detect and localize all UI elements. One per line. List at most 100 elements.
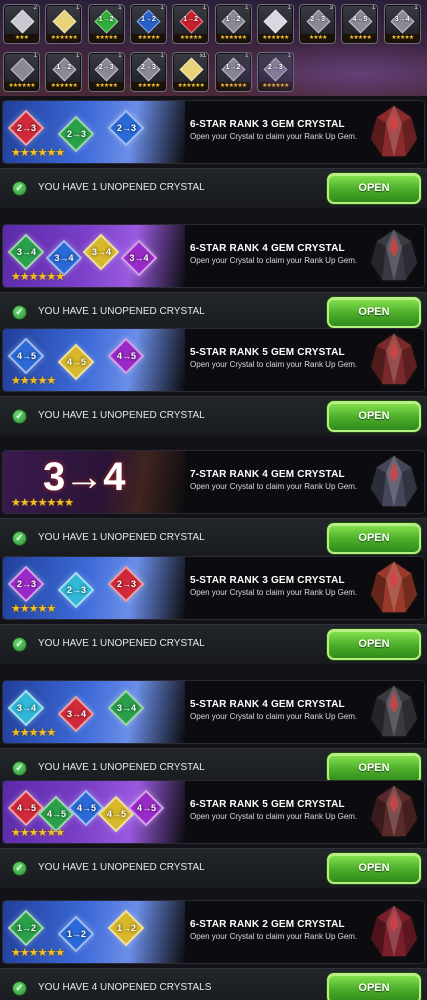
inventory-tile[interactable]: 1 ★★★★★★ — [256, 4, 294, 44]
tile-stars: ★★★★★★ — [215, 82, 251, 90]
checkmark-icon: ✓ — [12, 637, 27, 652]
crystal-title: 6-STAR RANK 4 GEM CRYSTAL — [190, 243, 345, 254]
inventory-tile[interactable]: 1→2 1 ★★★★★★ — [214, 4, 252, 44]
inventory-tile[interactable]: 1 ★★★★★★ — [45, 4, 83, 44]
crystal-art-gem-label: 3→4 — [17, 247, 37, 257]
inventory-tile[interactable]: 3→4 1 ★★★★★ — [383, 4, 421, 44]
open-crystal-button[interactable]: OPEN — [327, 853, 421, 884]
crystal-art-gem-label: 3→4 — [17, 703, 37, 713]
checkmark-icon: ✓ — [12, 409, 27, 424]
crystal-description: Open your Crystal to claim your Rank Up … — [190, 482, 358, 491]
inventory-tile[interactable]: x1 ★★★★★★ — [172, 52, 210, 92]
crystal-title: 5-STAR RANK 4 GEM CRYSTAL — [190, 699, 345, 710]
gem-icon — [179, 56, 204, 82]
crystal-banner[interactable]: 3→4 ★★★★★★★ 7-STAR RANK 4 GEM CRYSTAL Open … — [2, 450, 425, 514]
inventory-tile[interactable]: 2→3 1 ★★★★★ — [87, 52, 125, 92]
crystal-banner[interactable]: 1→2 1→2 1→2 ★★★★★★ 6-STAR RANK 2 GEM CRYSTAL… — [2, 900, 425, 964]
crystal-action-bar: ✓ YOU HAVE 1 UNOPENED CRYSTAL OPEN — [0, 848, 427, 888]
inventory-tile[interactable]: 1 ★★★★★★ — [3, 52, 40, 92]
tile-count: x1 — [199, 53, 207, 59]
crystal-description: Open your Crystal to claim your Rank Up … — [190, 712, 358, 721]
inventory-tile[interactable]: 1→2 1 ★★★★★ — [172, 4, 210, 44]
tile-stars: ★★★★★★ — [46, 82, 82, 90]
unopened-count-text: YOU HAVE 1 UNOPENED CRYSTAL — [38, 762, 205, 773]
crystal-banner[interactable]: 3→4 3→4 3→4 ★★★★★ 5-STAR RANK 4 GEM CRYSTAL O… — [2, 680, 425, 744]
crystal-action-bar: ✓ YOU HAVE 1 UNOPENED CRYSTAL OPEN — [0, 624, 427, 664]
crystal-banner[interactable]: 2→3 2→3 2→3 ★★★★★★ 6-STAR RANK 3 GEM CRYSTAL… — [2, 100, 425, 164]
crystal-card: 4→5 4→5 4→5 ★★★★★ 5-STAR RANK 5 GEM CRYSTAL O… — [0, 328, 427, 438]
crystal-action-bar: ✓ YOU HAVE 1 UNOPENED CRYSTAL OPEN — [0, 292, 427, 332]
crystal-star-rating: ★★★★★★ — [11, 827, 65, 839]
tile-stars: ★★★★★ — [173, 34, 209, 42]
open-crystal-button[interactable]: OPEN — [327, 173, 421, 204]
crystal-art-gem-label: 3→4 — [92, 247, 112, 257]
gem-icon — [9, 8, 35, 34]
crystal-art-gem-label: 4→5 — [77, 803, 97, 813]
crystal-art-gem-label: 2→3 — [17, 579, 37, 589]
tile-count: 1 — [160, 5, 164, 11]
crystal-banner[interactable]: 4→5 4→5 4→5 ★★★★★ 5-STAR RANK 5 GEM CRYSTAL O… — [2, 328, 425, 392]
tile-stars: ★★★★★ — [384, 34, 420, 42]
tile-count: 1 — [372, 5, 376, 11]
crystal-star-rating: ★★★★★★ — [11, 271, 65, 283]
tile-stars: ★★★★★★ — [257, 82, 293, 90]
tile-count: 1 — [245, 5, 249, 11]
inventory-tile[interactable]: 1→2 1 ★★★★★★ — [45, 52, 83, 92]
unopened-count-text: YOU HAVE 1 UNOPENED CRYSTAL — [38, 862, 205, 873]
gem-rank-label: 1→2 — [225, 16, 241, 23]
open-crystal-button[interactable]: OPEN — [327, 401, 421, 432]
crystal-card: 3→4 3→4 3→4 ★★★★★ 5-STAR RANK 4 GEM CRYSTAL O… — [0, 680, 427, 790]
crystal-art-gem-label: 4→5 — [137, 803, 157, 813]
crystal-art-gem-label: 1→2 — [17, 923, 37, 933]
tile-count: 1 — [118, 5, 122, 11]
gem-rank-label: 1→2 — [56, 64, 72, 71]
crystal-art-gem-label: 4→5 — [107, 809, 127, 819]
open-crystal-button[interactable]: OPEN — [327, 297, 421, 328]
crystal-star-rating: ★★★★★★ — [11, 147, 65, 159]
inventory-tile[interactable]: 2→3 1 ★★★★★ — [129, 52, 167, 92]
inventory-tile[interactable]: 2→3 3 ★★★★ — [299, 4, 337, 44]
inventory-tile[interactable]: 2 ★★★ — [3, 4, 40, 44]
gem-rank-label: 1→2 — [98, 16, 114, 23]
open-crystal-button[interactable]: OPEN — [327, 629, 421, 660]
tile-count: 1 — [287, 5, 291, 11]
crystal-icon — [369, 560, 419, 614]
crystal-banner[interactable]: 3→4 3→4 3→4 3→4 ★★★★★★ 6-STAR RANK 4 GEM CRYS… — [2, 224, 425, 288]
gem-rank-label: 2→3 — [140, 64, 156, 71]
crystal-icon — [369, 228, 419, 282]
open-crystal-button[interactable]: OPEN — [327, 523, 421, 554]
gem-icon — [52, 8, 77, 34]
inventory-tile[interactable]: 4→5 1 ★★★★★ — [341, 4, 379, 44]
unopened-count-text: YOU HAVE 1 UNOPENED CRYSTAL — [38, 410, 205, 421]
tile-count: 1 — [414, 5, 418, 11]
crystal-banner[interactable]: 4→5 4→5 4→5 4→5 4→5 ★★★★★★ 6-STAR RANK 5 GEM C… — [2, 780, 425, 844]
crystal-card: 1→2 1→2 1→2 ★★★★★★ 6-STAR RANK 2 GEM CRYSTAL… — [0, 900, 427, 1000]
crystal-icon — [369, 784, 419, 838]
crystal-card: 2→3 2→3 2→3 ★★★★★ 5-STAR RANK 3 GEM CRYSTAL O… — [0, 556, 427, 666]
inventory-tile[interactable]: 1→2 1 ★★★★★★ — [214, 52, 252, 92]
tile-stars: ★★★★★ — [88, 82, 124, 90]
tile-count: 2 — [33, 5, 37, 11]
crystal-art-gem-label: 3→4 — [117, 703, 137, 713]
tile-count: 1 — [160, 53, 164, 59]
checkmark-icon: ✓ — [12, 761, 27, 776]
crystal-banner[interactable]: 2→3 2→3 2→3 ★★★★★ 5-STAR RANK 3 GEM CRYSTAL O… — [2, 556, 425, 620]
crystal-icon — [369, 332, 419, 386]
crystal-description: Open your Crystal to claim your Rank Up … — [190, 256, 358, 265]
gem-rank-label: 2→3 — [310, 16, 325, 23]
open-crystal-button[interactable]: OPEN — [327, 973, 421, 1000]
tile-count: 1 — [75, 5, 80, 11]
crystal-card: 4→5 4→5 4→5 4→5 4→5 ★★★★★★ 6-STAR RANK 5 GEM C… — [0, 780, 427, 890]
crystal-description: Open your Crystal to claim your Rank Up … — [190, 588, 358, 597]
inventory-tile[interactable]: 2→3 1 ★★★★★★ — [256, 52, 294, 92]
crystal-title: 5-STAR RANK 5 GEM CRYSTAL — [190, 347, 345, 358]
inventory-tile[interactable]: 1→2 1 ★★★★★ — [87, 4, 125, 44]
crystal-description: Open your Crystal to claim your Rank Up … — [190, 812, 358, 821]
crystal-star-rating: ★★★★★ — [11, 727, 56, 739]
checkmark-icon: ✓ — [12, 531, 27, 546]
tile-count: 1 — [33, 53, 37, 59]
inventory-tile[interactable]: 1→2 1 ★★★★★ — [129, 4, 167, 44]
crystal-art-gem-label: 4→5 — [47, 809, 67, 819]
unopened-count-text: YOU HAVE 1 UNOPENED CRYSTAL — [38, 182, 205, 193]
tile-stars: ★★★★★★ — [215, 34, 251, 42]
